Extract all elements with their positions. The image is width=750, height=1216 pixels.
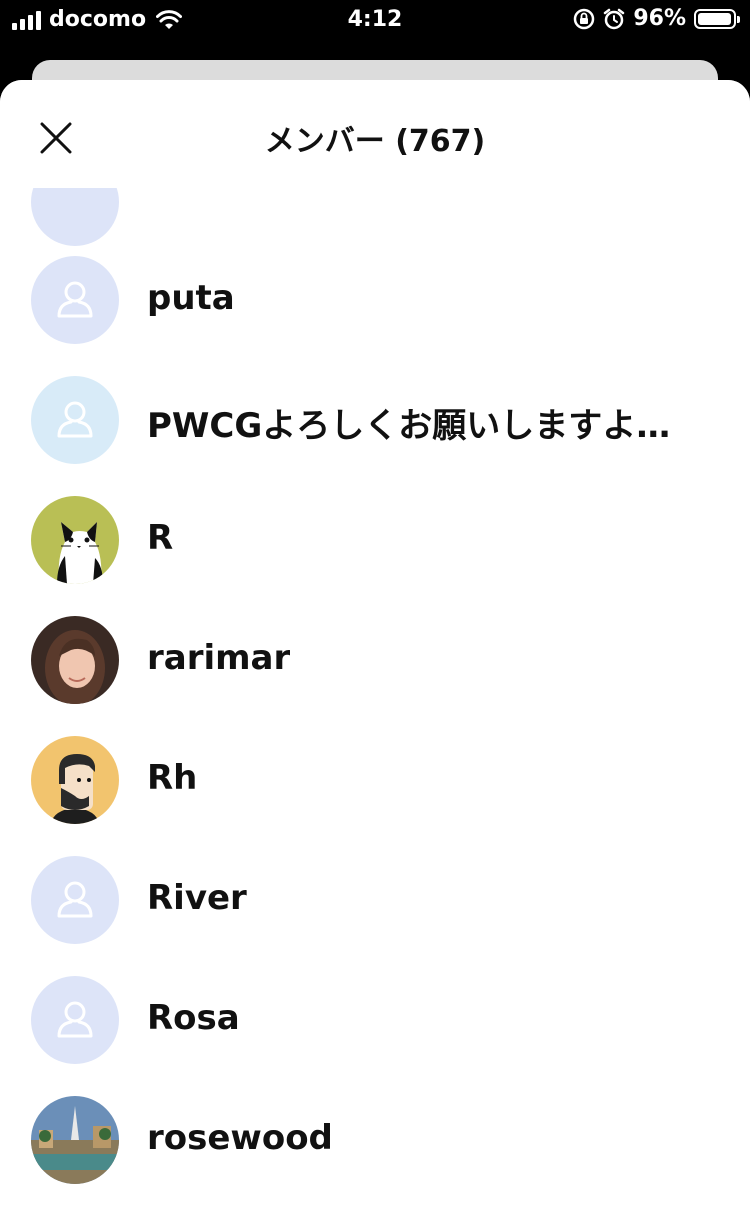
list-item[interactable]: R <box>0 480 750 600</box>
members-sheet: puta PWCGよろしくお願いしますよ… R rarimar Rh River… <box>0 80 750 1216</box>
battery-icon <box>694 8 740 29</box>
sheet-header: メンバー (767) <box>0 80 750 188</box>
list-item[interactable]: rosewood <box>0 1080 750 1200</box>
member-name: puta <box>147 278 235 318</box>
member-name: R <box>147 518 174 558</box>
list-item[interactable]: Rosa <box>0 960 750 1080</box>
list-item[interactable]: Rh <box>0 720 750 840</box>
sheet-title: メンバー (767) <box>264 124 486 159</box>
alarm-icon <box>604 8 625 29</box>
cat-avatar <box>31 496 119 584</box>
member-name: PWCGよろしくお願いしますよ… <box>147 406 671 446</box>
list-item[interactable]: puta <box>0 240 750 360</box>
list-item[interactable]: PWCGよろしくお願いしますよ… <box>0 360 750 480</box>
battery-level <box>698 12 731 25</box>
default-avatar-icon <box>31 256 119 344</box>
bearded-man-avatar <box>31 736 119 824</box>
member-name: Rh <box>147 758 198 798</box>
member-name: Rosa <box>147 998 240 1038</box>
status-bar: docomo 4:12 96% <box>0 0 750 44</box>
battery-percent: 96% <box>633 6 686 31</box>
photo-avatar <box>31 616 119 704</box>
status-right: 96% <box>573 6 740 31</box>
photo-avatar <box>31 1096 119 1184</box>
member-name: River <box>147 878 247 918</box>
list-item[interactable]: rarimar <box>0 600 750 720</box>
default-avatar-icon <box>31 376 119 464</box>
list-item[interactable]: River <box>0 840 750 960</box>
rotation-lock-icon <box>574 8 595 29</box>
member-name: rosewood <box>147 1118 333 1158</box>
default-avatar-icon <box>31 976 119 1064</box>
member-name: rarimar <box>147 638 291 678</box>
default-avatar-icon <box>31 856 119 944</box>
app-screen: docomo 4:12 96% puta PWCGよろしくお願いしますよ… R … <box>0 0 750 1216</box>
